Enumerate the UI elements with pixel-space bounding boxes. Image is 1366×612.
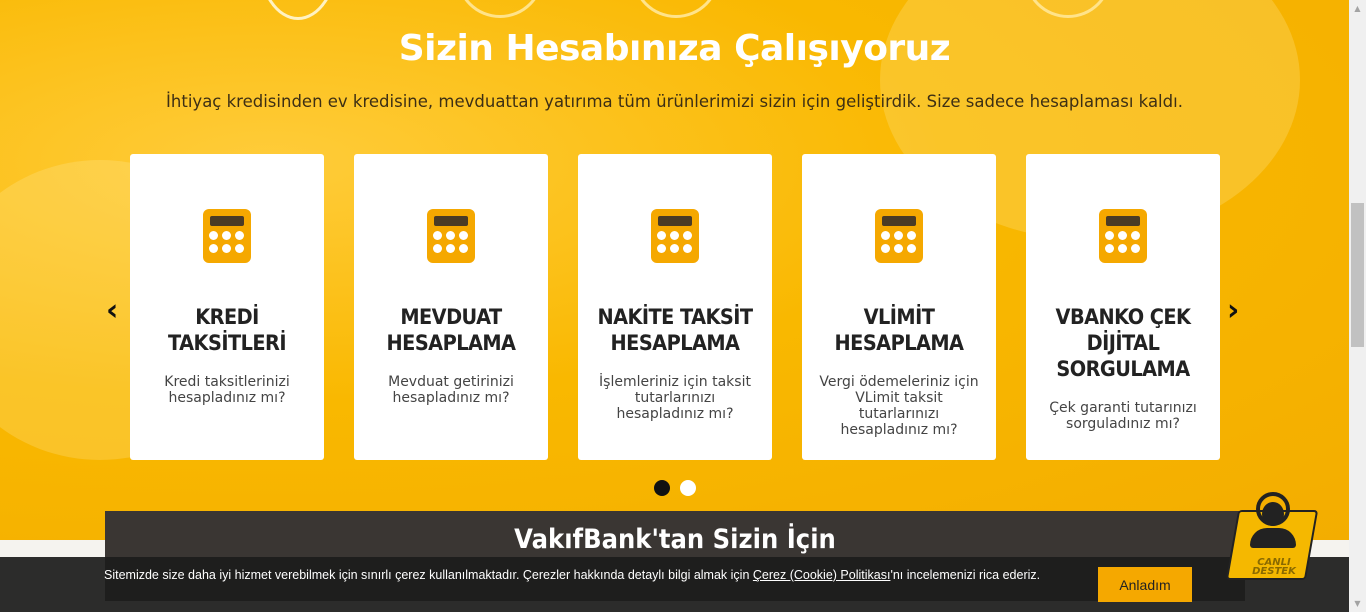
card-description: Kredi taksitlerinizi hesapladınız mı? (164, 374, 290, 406)
calculator-card[interactable]: VLİMİT HESAPLAMA Vergi ödemeleriniz için … (802, 154, 996, 460)
calculator-icon (875, 209, 923, 263)
agent-body (1250, 528, 1296, 548)
cookie-policy-link[interactable]: Çerez (Cookie) Politikası (753, 568, 891, 582)
carousel-dot-1[interactable] (654, 480, 670, 496)
calculator-card[interactable]: MEVDUAT HESAPLAMA Mevduat getirinizi hesa… (354, 154, 548, 460)
agent-face (1262, 502, 1284, 526)
section-subtitle: İhtiyaç kredisinden ev kredisine, mevdua… (166, 92, 1183, 111)
calculator-card[interactable]: KREDİ TAKSİTLERİ Kredi taksitlerinizi hes… (130, 154, 324, 460)
carousel-next-button[interactable]: › (1227, 296, 1239, 326)
cookie-banner: Sitemizde size daha iyi hizmet verebilme… (0, 557, 1349, 612)
calculator-icon (203, 209, 251, 263)
scroll-thumb[interactable] (1351, 203, 1364, 347)
live-support-button[interactable]: CANLI DESTEK (1224, 488, 1322, 588)
calculator-card[interactable]: VBANKO ÇEK DİJİTAL SORGULAMA Çek garanti … (1026, 154, 1220, 460)
page-scrollbar[interactable]: ▲ ▼ (1349, 0, 1366, 612)
card-title: VLİMİT HESAPLAMA (834, 305, 964, 355)
featured-panel-title: VakıfBank'tan Sizin İçin (514, 524, 836, 555)
calculator-card[interactable]: NAKİTE TAKSİT HESAPLAMA İşlemleriniz için… (578, 154, 772, 460)
support-label: CANLI DESTEK (1252, 557, 1296, 577)
section-title: Sizin Hesabınıza Çalışıyoruz (398, 28, 951, 69)
cookie-message: Sitemizde size daha iyi hizmet verebilme… (104, 568, 1040, 582)
card-title: KREDİ TAKSİTLERİ (168, 305, 286, 355)
circle-shape-icon (632, 0, 720, 18)
scroll-down-icon[interactable]: ▼ (1349, 595, 1366, 612)
card-description: İşlemleriniz için taksit tutarlarınızı h… (599, 374, 751, 422)
card-title: MEVDUAT HESAPLAMA (386, 305, 516, 355)
scroll-up-icon[interactable]: ▲ (1349, 0, 1366, 17)
cookie-accept-button[interactable]: Anladım (1098, 567, 1192, 602)
card-title: VBANKO ÇEK DİJİTAL SORGULAMA (1055, 305, 1191, 381)
card-description: Çek garanti tutarınızı sorguladınız mı? (1049, 400, 1197, 432)
calculator-icon (427, 209, 475, 263)
chevron-left-icon: ‹ (106, 293, 119, 328)
carousel-dot-2[interactable] (680, 480, 696, 496)
carousel-prev-button[interactable]: ‹ (106, 296, 118, 326)
shield-shape-icon (258, 0, 338, 20)
calculator-icon (1099, 209, 1147, 263)
calculator-icon (651, 209, 699, 263)
hero-section: Sizin Hesabınıza Çalışıyoruz İhtiyaç kre… (0, 0, 1349, 540)
circle-shape-icon (456, 0, 544, 18)
card-description: Mevduat getirinizi hesapladınız mı? (388, 374, 514, 406)
chevron-right-icon: › (1227, 293, 1240, 328)
cookie-text-start: Sitemizde size daha iyi hizmet verebilme… (104, 568, 753, 582)
cookie-text-end: 'nı incelemenizi rica ederiz. (890, 568, 1041, 582)
card-description: Vergi ödemeleriniz için VLimit taksit tu… (819, 374, 979, 438)
card-title: NAKİTE TAKSİT HESAPLAMA (597, 305, 753, 355)
